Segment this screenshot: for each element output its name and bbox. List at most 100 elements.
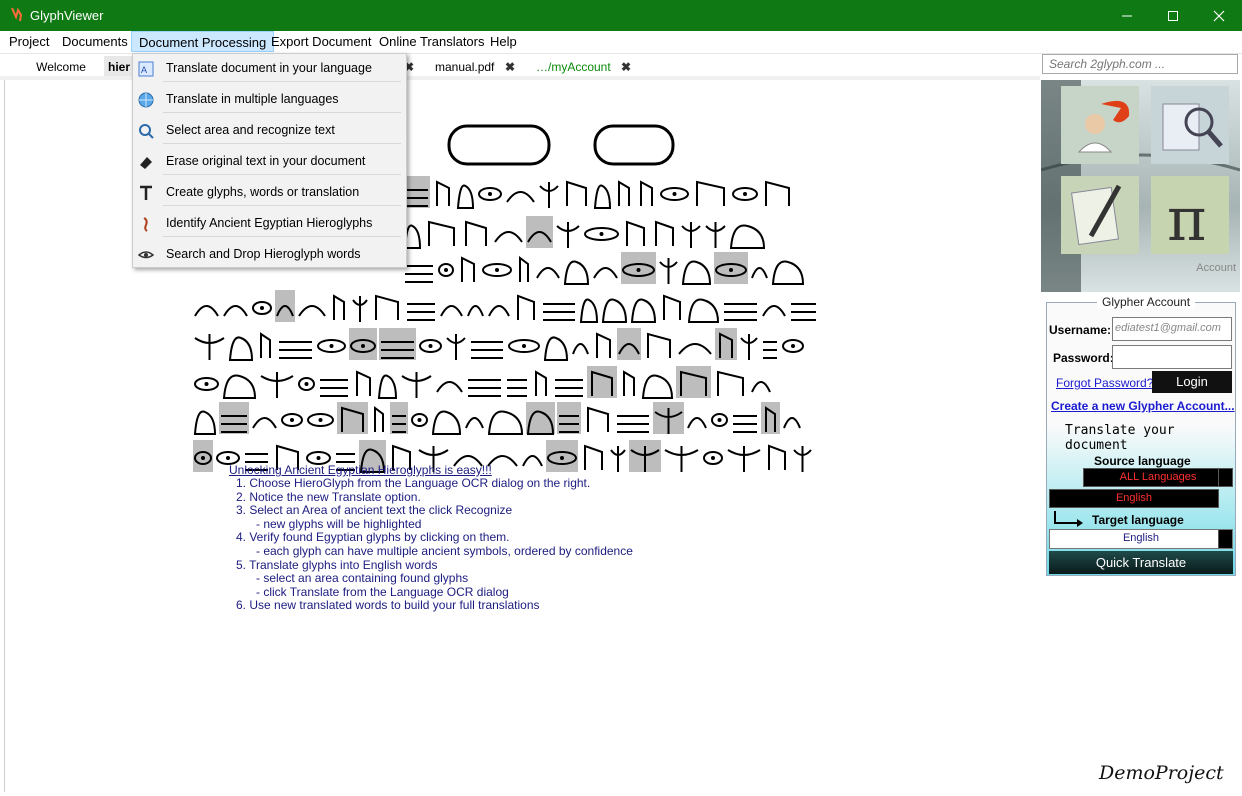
window-title: GlyphViewer bbox=[30, 8, 104, 23]
hieroglyph bbox=[623, 370, 635, 396]
hieroglyph bbox=[193, 440, 213, 472]
maximize-button[interactable] bbox=[1150, 0, 1196, 31]
hieroglyph bbox=[536, 267, 560, 279]
account-legend: Glypher Account bbox=[1097, 295, 1196, 309]
hieroglyph bbox=[526, 402, 555, 435]
hieroglyph bbox=[655, 220, 674, 246]
cartouche bbox=[593, 124, 675, 166]
hieroglyph bbox=[572, 343, 589, 355]
hieroglyph bbox=[653, 402, 684, 434]
menu-item-search-drop[interactable]: Search and Drop Hieroglyph words bbox=[133, 240, 404, 271]
recognize-icon bbox=[139, 124, 154, 139]
menu-documents[interactable]: Documents bbox=[55, 31, 135, 52]
hieroglyph bbox=[506, 191, 535, 203]
password-field[interactable] bbox=[1112, 345, 1232, 369]
hieroglyph bbox=[252, 301, 272, 315]
menu-separator bbox=[163, 174, 401, 175]
instruction-step: 1. Choose HieroGlyph from the Language O… bbox=[236, 476, 591, 490]
hieroglyph bbox=[193, 410, 217, 435]
hieroglyph bbox=[593, 184, 612, 209]
hieroglyph bbox=[419, 339, 442, 353]
target-language-select[interactable]: English bbox=[1049, 529, 1233, 549]
hieroglyph bbox=[508, 339, 540, 353]
dropdown-arrow-icon bbox=[1218, 469, 1232, 486]
source-language-secondary[interactable]: English bbox=[1049, 489, 1219, 508]
hieroglyph bbox=[663, 294, 681, 320]
create-account-link[interactable]: Create a new Glypher Account... bbox=[1051, 399, 1235, 413]
menu-item-label: Identify Ancient Egyptian Hieroglyphs bbox=[166, 216, 373, 230]
hieroglyph bbox=[379, 328, 416, 360]
globe-icon bbox=[138, 92, 154, 108]
close-button[interactable] bbox=[1196, 0, 1242, 31]
hieroglyph bbox=[729, 224, 766, 249]
login-button[interactable]: Login bbox=[1152, 371, 1232, 393]
hieroglyph bbox=[194, 377, 219, 391]
menu-export-document[interactable]: Export Document bbox=[264, 31, 378, 52]
hieroglyph bbox=[678, 343, 712, 355]
menu-project[interactable]: Project bbox=[2, 31, 56, 52]
hieroglyph bbox=[535, 370, 547, 396]
hieroglyph bbox=[587, 366, 617, 398]
quick-translate-button[interactable]: Quick Translate bbox=[1049, 551, 1233, 574]
title-bar: GlyphViewer bbox=[0, 0, 1242, 31]
hieroglyph bbox=[546, 440, 578, 472]
hieroglyph bbox=[517, 294, 535, 320]
hieroglyph bbox=[687, 298, 720, 323]
document-search-tile-icon[interactable] bbox=[1151, 86, 1229, 164]
hieroglyph bbox=[681, 260, 712, 285]
hieroglyph bbox=[761, 402, 780, 434]
source-language-value: ALL Languages bbox=[1119, 471, 1197, 483]
password-label: Password: bbox=[1053, 351, 1114, 365]
edit-document-tile-icon[interactable] bbox=[1061, 176, 1139, 254]
hieroglyph bbox=[687, 417, 707, 429]
menu-item-label: Translate document in your language bbox=[166, 61, 372, 75]
hieroglyph bbox=[733, 415, 757, 433]
hieroglyph bbox=[275, 290, 295, 322]
pi-math-tile-icon[interactable]: π bbox=[1151, 176, 1229, 255]
search-input[interactable] bbox=[1042, 54, 1238, 74]
hieroglyph bbox=[467, 305, 484, 317]
menu-online-translators[interactable]: Online Translators bbox=[372, 31, 492, 52]
hieroglyph bbox=[715, 328, 737, 360]
hieroglyph bbox=[714, 252, 748, 284]
hieroglyph bbox=[471, 341, 503, 359]
hieroglyph bbox=[641, 374, 674, 399]
hieroglyph bbox=[446, 334, 466, 360]
hieroglyph bbox=[337, 402, 368, 434]
minimize-button[interactable] bbox=[1104, 0, 1150, 31]
hieroglyph bbox=[494, 231, 523, 243]
instruction-step: - select an area containing found glyphs bbox=[236, 571, 469, 586]
hieroglyph bbox=[617, 328, 641, 360]
document-processing-menu: A Translate document in your language Tr… bbox=[132, 53, 407, 268]
menu-document-processing[interactable]: Document Processing bbox=[131, 31, 275, 52]
tab-hieroglyph-doc[interactable]: hier bbox=[104, 56, 134, 78]
hieroglyph bbox=[768, 444, 786, 470]
menu-help[interactable]: Help bbox=[483, 31, 524, 52]
svg-text:π: π bbox=[1167, 185, 1206, 254]
hieroglyph bbox=[610, 446, 626, 472]
hieroglyph bbox=[640, 180, 653, 206]
close-icon[interactable]: ✖ bbox=[621, 56, 631, 78]
hieroglyph bbox=[390, 402, 408, 434]
target-language-value: English bbox=[1122, 532, 1160, 544]
username-field[interactable]: ediatest1@gmail.com bbox=[1112, 317, 1232, 341]
menu-separator bbox=[163, 205, 401, 206]
hieroglyph bbox=[461, 256, 475, 282]
hieroglyph bbox=[630, 298, 657, 323]
eraser-icon bbox=[140, 157, 152, 169]
translate-icon: A bbox=[138, 61, 154, 77]
hieroglyph bbox=[356, 370, 371, 396]
hieroglyph bbox=[407, 303, 435, 321]
hieroglyph bbox=[539, 182, 559, 208]
hieroglyph bbox=[556, 222, 580, 248]
instruction-step: - each glyph can have multiple ancient s… bbox=[236, 544, 633, 558]
hieroglyph bbox=[194, 334, 225, 360]
hieroglyph bbox=[727, 446, 761, 472]
hieroglyph bbox=[260, 332, 271, 358]
source-language-select[interactable]: ALL Languages bbox=[1083, 468, 1233, 487]
dropdown-arrow-icon bbox=[1218, 530, 1232, 548]
forgot-password-link[interactable]: Forgot Password? bbox=[1056, 376, 1153, 390]
profile-tile-icon[interactable] bbox=[1061, 86, 1139, 164]
close-icon[interactable]: ✖ bbox=[505, 56, 515, 78]
hieroglyph bbox=[732, 187, 758, 201]
